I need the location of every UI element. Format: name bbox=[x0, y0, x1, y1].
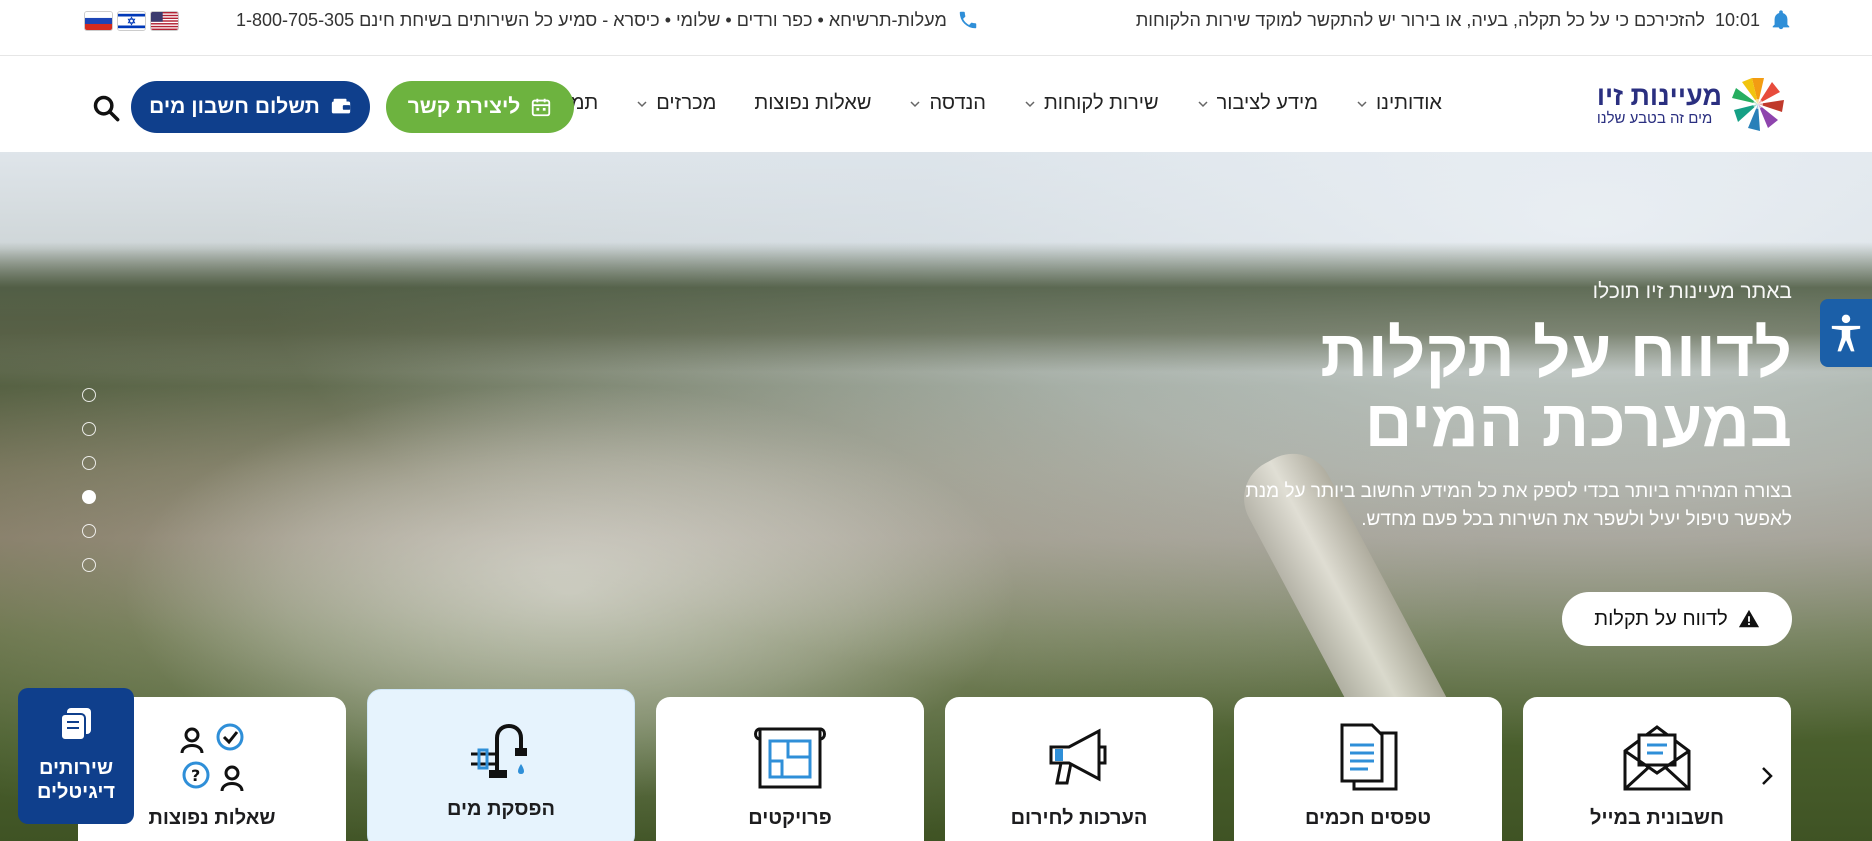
stacked-cards-icon bbox=[60, 708, 91, 741]
chevron-down-icon bbox=[1025, 100, 1035, 107]
card-label: חשבונית במייל bbox=[1590, 807, 1724, 829]
menu-item-public-info[interactable]: מידע לציבור bbox=[1197, 92, 1318, 115]
site-logo[interactable]: מעיינות זיו מים זה בטבע שלנו bbox=[1597, 74, 1788, 134]
chevron-down-icon bbox=[910, 100, 920, 107]
service-notice: 10:01 להזכירכם כי על כל תקלה, בעיה, או ב… bbox=[1136, 9, 1792, 31]
chevron-down-icon bbox=[1357, 100, 1367, 107]
accessibility-button[interactable] bbox=[1820, 299, 1872, 367]
faucet-icon bbox=[471, 724, 527, 778]
card-label: הפסקת מים bbox=[446, 798, 556, 820]
card-water-outage[interactable]: הפסקת מים bbox=[367, 689, 635, 841]
us-flag-icon[interactable] bbox=[150, 11, 179, 31]
card-email-invoice[interactable]: חשבונית במייל bbox=[1523, 697, 1791, 841]
russian-flag-icon[interactable] bbox=[84, 11, 113, 31]
slider-pagination bbox=[82, 388, 96, 572]
flower-logo-icon bbox=[1732, 78, 1784, 131]
report-fault-button[interactable]: לדווח על תקלות bbox=[1562, 592, 1792, 646]
card-label: שאלות נפוצות bbox=[148, 807, 276, 829]
digital-services-label: שירותים דיגיטלים bbox=[36, 757, 116, 803]
menu-item-about[interactable]: אודותינו bbox=[1356, 92, 1442, 115]
menu-item-label: אודותינו bbox=[1375, 92, 1442, 114]
pay-bill-button[interactable]: תשלום חשבון מים bbox=[131, 81, 370, 133]
card-emergency-prep[interactable]: הערכות לחירום bbox=[945, 697, 1213, 841]
accessibility-icon bbox=[1831, 314, 1861, 352]
digital-services-button[interactable]: שירותים דיגיטלים bbox=[18, 688, 134, 824]
main-navigation: מעיינות זיו מים זה בטבע שלנו אודותינו מי… bbox=[0, 56, 1872, 152]
pay-bill-button-label: תשלום חשבון מים bbox=[149, 95, 320, 118]
slider-dot[interactable] bbox=[82, 558, 96, 572]
faq-people-icon: ? bbox=[180, 723, 244, 792]
wallet-icon bbox=[331, 98, 351, 114]
chevron-down-icon bbox=[637, 100, 647, 107]
logo-name: מעיינות זיו bbox=[1596, 81, 1722, 111]
megaphone-icon bbox=[1049, 728, 1107, 785]
search-icon[interactable] bbox=[92, 94, 120, 122]
phone-line[interactable]: מעלות-תרשיחא • כפר ורדים • שלומי • כיסרא… bbox=[236, 9, 979, 31]
slider-dot[interactable] bbox=[82, 456, 96, 470]
slider-dot[interactable] bbox=[82, 524, 96, 538]
menu-item-tenders[interactable]: מכרזים bbox=[636, 92, 716, 115]
report-fault-label: לדווח על תקלות bbox=[1594, 607, 1728, 630]
documents-icon bbox=[1340, 723, 1398, 791]
service-cards: חשבונית במייל טפסים חכמים הערכות לחירום … bbox=[0, 689, 1872, 841]
menu-item-label: מידע לציבור bbox=[1216, 92, 1318, 114]
hero-text: באתר מעיינות זיו תוכלו לדווח על תקלות במ… bbox=[1232, 280, 1792, 534]
card-projects[interactable]: פרויקטים bbox=[656, 697, 924, 841]
slider-dot[interactable] bbox=[82, 422, 96, 436]
menu-item-label: הנדסה bbox=[929, 92, 986, 114]
menu-item-label: שירות לקוחות bbox=[1043, 92, 1159, 114]
bell-icon bbox=[1772, 10, 1790, 30]
slider-dot[interactable] bbox=[82, 388, 96, 402]
card-label: טפסים חכמים bbox=[1305, 807, 1431, 829]
envelope-icon bbox=[1623, 725, 1691, 791]
hero-eyebrow: באתר מעיינות זיו תוכלו bbox=[1592, 280, 1792, 303]
language-switcher bbox=[84, 11, 179, 31]
card-smart-forms[interactable]: טפסים חכמים bbox=[1234, 697, 1502, 841]
svg-text:?: ? bbox=[191, 766, 200, 785]
logo-tagline: מים זה בטבע שלנו bbox=[1596, 110, 1713, 127]
slider-dot-active[interactable] bbox=[82, 490, 96, 504]
israeli-flag-icon[interactable] bbox=[117, 11, 146, 31]
phone-line-text: מעלות-תרשיחא • כפר ורדים • שלומי • כיסרא… bbox=[236, 9, 947, 30]
phone-icon bbox=[959, 11, 977, 29]
chevron-right-icon[interactable] bbox=[1756, 765, 1778, 787]
clock-time: 10:01 bbox=[1714, 9, 1760, 30]
card-label: פרויקטים bbox=[748, 807, 832, 829]
hero-description: בצורה המהירה ביותר בכדי לספק את כל המידע… bbox=[1245, 481, 1792, 530]
contact-button-label: ליצירת קשר bbox=[407, 95, 521, 118]
menu-item-label: מכרזים bbox=[656, 92, 717, 114]
hero-title: לדווח על תקלות במערכת המים bbox=[1320, 316, 1792, 460]
menu-item-customer-service[interactable]: שירות לקוחות bbox=[1024, 92, 1159, 115]
top-info-bar: 10:01 להזכירכם כי על כל תקלה, בעיה, או ב… bbox=[0, 0, 1872, 56]
contact-button[interactable]: ליצירת קשר bbox=[386, 81, 574, 133]
blueprint-icon bbox=[754, 727, 826, 789]
calendar-icon bbox=[532, 98, 551, 117]
menu-item-label: שאלות נפוצות bbox=[754, 92, 872, 114]
menu-item-engineering[interactable]: הנדסה bbox=[909, 92, 986, 115]
main-menu: אודותינו מידע לציבור שירות לקוחות הנדסה … bbox=[487, 92, 1442, 115]
menu-item-faq[interactable]: שאלות נפוצות bbox=[754, 92, 871, 115]
card-label: הערכות לחירום bbox=[1010, 807, 1148, 829]
chevron-down-icon bbox=[1198, 100, 1208, 107]
warning-icon bbox=[1738, 609, 1759, 628]
notice-text: להזכירכם כי על כל תקלה, בעיה, או בירור י… bbox=[1135, 9, 1705, 30]
